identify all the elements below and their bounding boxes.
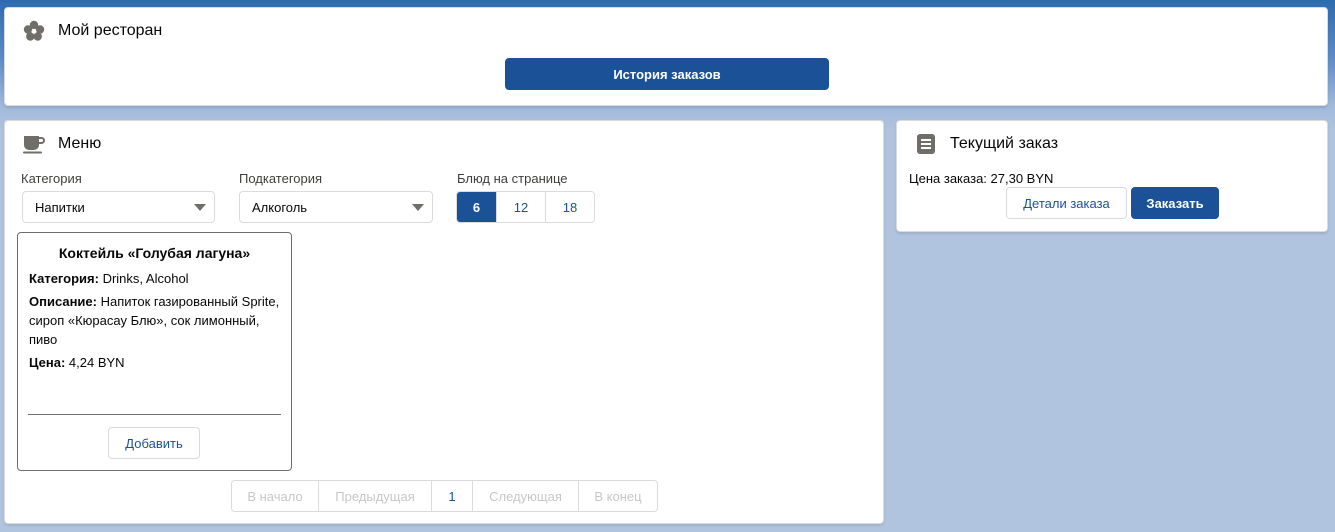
category-value: Напитки	[35, 199, 85, 215]
dish-divider	[28, 414, 281, 415]
chevron-down-icon	[194, 204, 206, 211]
pagination: В начало Предыдущая 1 Следующая В конец	[231, 480, 658, 512]
subcategory-select[interactable]: Алкоголь	[239, 191, 433, 223]
per-page-option-6[interactable]: 6	[457, 192, 497, 222]
dish-category-value: Drinks, Alcohol	[102, 271, 189, 286]
menu-card: Меню Категория Напитки Подкатегория Алко…	[4, 120, 884, 524]
per-page-option-18[interactable]: 18	[546, 192, 594, 222]
coffee-cup-icon	[22, 132, 46, 156]
subcategory-label: Подкатегория	[239, 171, 323, 186]
pagination-first[interactable]: В начало	[232, 481, 319, 511]
dish-price-label: Цена:	[29, 355, 66, 370]
dish-title: Коктейль «Голубая лагуна»	[58, 245, 251, 261]
current-order-card: Текущий заказ Цена заказа: 27,30 BYN Дет…	[896, 120, 1328, 232]
order-history-button[interactable]: История заказов	[505, 58, 829, 90]
restaurant-title-text: Мой ресторан	[58, 22, 163, 39]
dish-category: Категория: Drinks, Alcohol	[29, 269, 283, 288]
order-price: Цена заказа: 27,30 BYN	[909, 171, 1054, 186]
per-page-selector: 6 12 18	[456, 191, 595, 223]
document-list-icon	[914, 132, 938, 156]
category-select[interactable]: Напитки	[22, 191, 215, 223]
restaurant-card: Мой ресторан История заказов	[4, 7, 1328, 106]
dish-category-label: Категория:	[29, 271, 99, 286]
subcategory-value: Алкоголь	[252, 199, 308, 215]
add-dish-button[interactable]: Добавить	[108, 427, 200, 459]
dish-price: Цена: 4,24 BYN	[29, 353, 283, 372]
pagination-next[interactable]: Следующая	[473, 481, 579, 511]
order-details-button[interactable]: Детали заказа	[1006, 187, 1127, 219]
dish-description-label: Описание:	[29, 294, 97, 309]
per-page-option-12[interactable]: 12	[497, 192, 546, 222]
menu-title-text: Меню	[58, 135, 102, 152]
dish-card: Коктейль «Голубая лагуна» Категория: Dri…	[17, 232, 292, 471]
restaurant-title: Мой ресторан	[22, 19, 162, 43]
chevron-down-icon	[412, 204, 424, 211]
category-label: Категория	[21, 171, 82, 186]
dish-description: Описание: Напиток газированный Sprite, с…	[29, 292, 283, 349]
place-order-button[interactable]: Заказать	[1131, 187, 1219, 219]
menu-title: Меню	[22, 132, 101, 156]
per-page-label: Блюд на странице	[457, 171, 568, 186]
pagination-page-1[interactable]: 1	[432, 481, 473, 511]
current-order-title-text: Текущий заказ	[950, 135, 1059, 152]
current-order-title: Текущий заказ	[914, 132, 1058, 156]
pagination-prev[interactable]: Предыдущая	[319, 481, 432, 511]
pagination-last[interactable]: В конец	[579, 481, 657, 511]
flower-icon	[22, 19, 46, 43]
dish-price-value: 4,24 BYN	[68, 355, 125, 370]
